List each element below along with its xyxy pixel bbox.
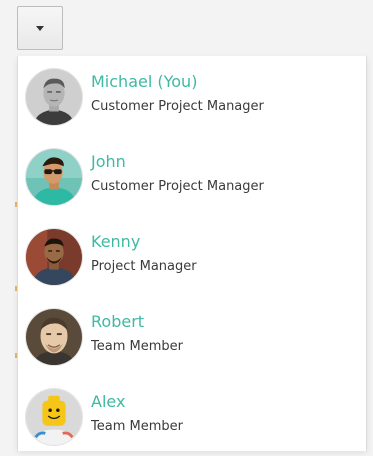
user-name: Alex (91, 392, 126, 411)
avatar-kenny (25, 228, 83, 286)
user-name: Robert (91, 312, 145, 331)
avatar-alex (25, 388, 83, 446)
avatar-robert (25, 308, 83, 366)
user-item-michael[interactable]: Michael (You) Customer Project Manager (18, 56, 366, 136)
user-role: Team Member (91, 339, 183, 354)
avatar-john (25, 148, 83, 206)
user-role: Team Member (91, 419, 183, 434)
user-role: Project Manager (91, 259, 197, 274)
user-role: Customer Project Manager (91, 99, 264, 114)
caret-down-icon (36, 26, 44, 31)
user-dropdown-toggle[interactable] (17, 6, 63, 50)
user-item-robert[interactable]: Robert Team Member (18, 296, 366, 376)
avatar-michael (25, 68, 83, 126)
toolbar (0, 0, 373, 56)
user-item-alex[interactable]: Alex Team Member (18, 376, 366, 456)
user-item-kenny[interactable]: Kenny Project Manager (18, 216, 366, 296)
user-name: Kenny (91, 232, 141, 251)
user-item-john[interactable]: John Customer Project Manager (18, 136, 366, 216)
user-role: Customer Project Manager (91, 179, 264, 194)
user-name: Michael (You) (91, 72, 198, 91)
user-dropdown-menu: Michael (You) Customer Project Manager J… (17, 56, 367, 451)
user-name: John (91, 152, 126, 171)
